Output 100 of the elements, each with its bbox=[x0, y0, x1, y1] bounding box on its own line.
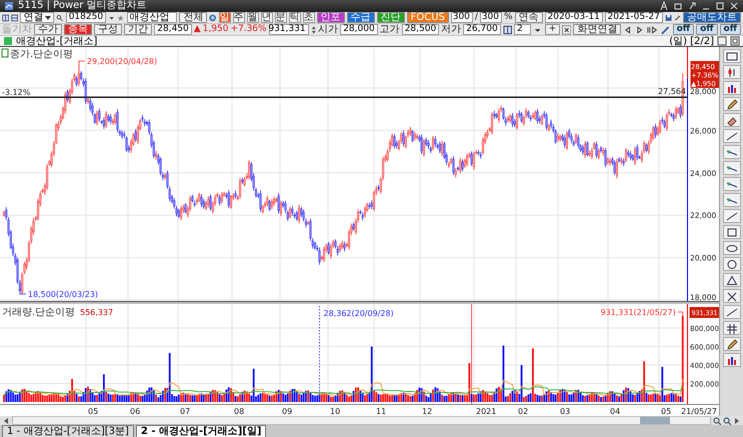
date-axis-label: 07 bbox=[180, 407, 190, 416]
toolbar-button[interactable] bbox=[722, 145, 740, 159]
period-tab[interactable]: 년 bbox=[260, 12, 273, 23]
end-date-field[interactable]: 2021-05-27 bbox=[604, 12, 663, 23]
cross-icon[interactable] bbox=[726, 290, 738, 302]
grid-icon[interactable] bbox=[726, 322, 738, 334]
eraser-icon[interactable] bbox=[726, 114, 738, 126]
stock-name-field[interactable]: 애경산업 bbox=[126, 12, 178, 23]
toggle-button[interactable]: off bbox=[672, 24, 694, 35]
toggle-button[interactable]: off bbox=[696, 24, 718, 35]
pencil-icon[interactable] bbox=[726, 98, 738, 110]
period-tab[interactable]: 분 bbox=[274, 12, 287, 23]
rectangle-icon[interactable] bbox=[726, 226, 738, 238]
right-arrow-icon[interactable] bbox=[733, 416, 741, 424]
restore-icon[interactable] bbox=[673, 1, 683, 11]
zoom-out-icon[interactable] bbox=[723, 416, 731, 424]
view-button[interactable]: 기간 bbox=[124, 24, 152, 35]
view-button[interactable]: 종목 bbox=[64, 24, 92, 35]
feature-button[interactable]: 인포 bbox=[316, 12, 345, 23]
toolbar-button[interactable] bbox=[722, 49, 740, 63]
left-triangle-icon[interactable] bbox=[623, 24, 633, 34]
toolbar-button[interactable] bbox=[722, 65, 740, 79]
toolbar-button[interactable] bbox=[722, 337, 740, 351]
toolbar-button[interactable] bbox=[722, 113, 740, 127]
chart-tab[interactable]: 2 - 애경산업-[거래소][일] bbox=[136, 425, 266, 437]
bar-chart-icon[interactable] bbox=[726, 354, 738, 366]
short-sale-chart-button[interactable]: 공매도차트 bbox=[682, 12, 741, 23]
toggle-button[interactable]: off bbox=[720, 24, 742, 35]
pencil-icon[interactable] bbox=[726, 338, 738, 350]
star-icon[interactable] bbox=[117, 12, 125, 22]
scrollbar-thumb[interactable] bbox=[640, 417, 670, 424]
add-button[interactable]: + bbox=[544, 24, 560, 35]
toolbar-button[interactable] bbox=[722, 321, 740, 335]
toolbar-button[interactable] bbox=[722, 209, 740, 223]
font-icon[interactable] bbox=[659, 1, 669, 11]
date-axis-label: 03 bbox=[560, 407, 570, 416]
count-field[interactable]: 300 bbox=[450, 12, 473, 23]
count-field[interactable]: 300 bbox=[480, 12, 502, 23]
layout-icon[interactable] bbox=[2, 12, 10, 22]
left-arrow-icon[interactable] bbox=[2, 416, 10, 424]
toolbar-button[interactable] bbox=[722, 241, 740, 255]
line-tool-icon[interactable] bbox=[726, 210, 738, 222]
period-tab[interactable]: 초 bbox=[302, 12, 315, 23]
chart-tab[interactable]: 1 - 애경산업-[거래소][3분] bbox=[2, 425, 134, 437]
candlestick-icon[interactable] bbox=[726, 66, 738, 78]
toolbar-button[interactable] bbox=[722, 353, 740, 367]
period-tab[interactable]: 틱 bbox=[288, 12, 301, 23]
toolbar-button[interactable] bbox=[722, 97, 740, 111]
toolbar-button[interactable] bbox=[722, 129, 740, 143]
pen-icon[interactable] bbox=[661, 24, 671, 34]
spinner-icon[interactable] bbox=[310, 24, 316, 34]
window-icon[interactable] bbox=[726, 50, 738, 62]
view-button[interactable]: 구성 bbox=[94, 24, 122, 35]
restore-icon[interactable] bbox=[717, 36, 727, 46]
layout-icon[interactable] bbox=[11, 12, 18, 22]
toolbar-button[interactable] bbox=[722, 289, 740, 303]
clock-icon[interactable] bbox=[209, 12, 217, 22]
chart-icon bbox=[3, 36, 13, 46]
stock-code-field[interactable]: 018250 bbox=[66, 12, 106, 23]
volume-legend-value: 556,337 bbox=[80, 308, 114, 318]
period-tab[interactable]: 월 bbox=[246, 12, 259, 23]
date-axis-label: 05 bbox=[88, 407, 98, 416]
date-axis-label: 12 bbox=[422, 407, 432, 416]
toolbar-button[interactable] bbox=[722, 193, 740, 207]
layout-count-select[interactable]: 2 bbox=[514, 24, 532, 35]
toolbar-button[interactable] bbox=[722, 273, 740, 287]
maximize-icon[interactable] bbox=[730, 36, 740, 46]
view-button[interactable]: 수가 bbox=[34, 24, 62, 35]
bar-chart-icon[interactable] bbox=[726, 82, 738, 94]
quote-value: 28,000 bbox=[340, 24, 378, 35]
toolbar-button[interactable] bbox=[722, 257, 740, 271]
circle-icon[interactable] bbox=[726, 258, 738, 270]
pin-icon[interactable] bbox=[687, 1, 697, 11]
screen-link-button[interactable]: 화면연결 bbox=[573, 24, 622, 35]
reference-rate: -3.12% bbox=[2, 88, 30, 98]
wrench-icon[interactable] bbox=[674, 12, 681, 22]
start-date-field[interactable]: 2020-03-11 bbox=[544, 12, 603, 23]
toolbar-button[interactable] bbox=[722, 225, 740, 239]
toolbar-button[interactable] bbox=[722, 177, 740, 191]
right-triangle-icon[interactable] bbox=[634, 24, 644, 34]
skip-end-icon[interactable] bbox=[646, 24, 660, 34]
leader-line bbox=[677, 312, 684, 317]
period-tab[interactable]: 주 bbox=[232, 12, 245, 23]
caret-icon[interactable] bbox=[45, 16, 52, 20]
zoom-in-icon[interactable] bbox=[713, 416, 721, 424]
all-button[interactable]: 전체 bbox=[179, 12, 208, 23]
toolbar-button[interactable] bbox=[722, 305, 740, 319]
ellipse-icon[interactable] bbox=[726, 242, 738, 254]
save-icon[interactable] bbox=[664, 12, 672, 22]
toolbar-button[interactable] bbox=[722, 81, 740, 95]
toolbar-button[interactable] bbox=[722, 161, 740, 175]
continuous-button[interactable]: 연속 bbox=[514, 12, 543, 23]
line-tool-icon[interactable] bbox=[726, 306, 738, 318]
close-icon[interactable] bbox=[562, 24, 572, 34]
search-icon[interactable] bbox=[56, 12, 64, 22]
feature-button[interactable]: 수급 bbox=[346, 12, 375, 23]
market-select[interactable]: 연결 bbox=[20, 12, 54, 23]
line-tool-icon[interactable] bbox=[726, 130, 738, 142]
layout-icon[interactable] bbox=[502, 24, 512, 34]
triangle-icon[interactable] bbox=[726, 274, 738, 286]
